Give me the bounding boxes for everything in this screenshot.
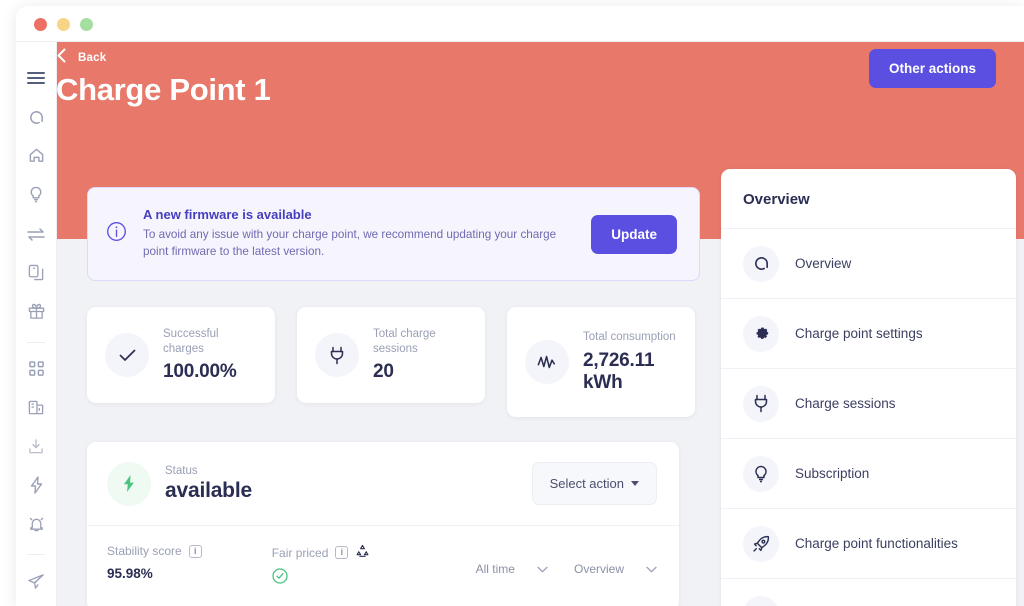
select-action-label: Select action — [549, 476, 624, 491]
pulse-icon — [525, 340, 569, 384]
stat-label: Total consumption — [583, 330, 676, 343]
metric-label: Stability score — [107, 544, 182, 558]
plug-icon — [315, 333, 359, 377]
overview-panel: Overview Overview Charge point settings … — [721, 169, 1016, 606]
home-icon[interactable] — [19, 142, 53, 171]
firmware-banner: A new firmware is available To avoid any… — [87, 187, 700, 281]
metric-fair-priced: Fair priced i — [272, 544, 371, 589]
stat-card-total-consumption: Total consumption 2,726.11 kWh — [507, 307, 695, 417]
panel-item-label: Charge point settings — [795, 326, 923, 341]
info-icon[interactable]: i — [335, 546, 349, 559]
back-button[interactable]: Back — [57, 48, 106, 68]
view-filter-value: Overview — [573, 562, 624, 576]
time-range-filter[interactable]: All time — [476, 562, 548, 576]
status-card: Status available Select action Stability… — [87, 442, 679, 606]
caret-down-icon — [631, 481, 639, 486]
other-actions-button[interactable]: Other actions — [868, 49, 996, 88]
stat-value: 100.00% — [163, 361, 237, 383]
status-card-bottom: Stability score i 95.98% Fair priced i A… — [87, 526, 679, 606]
documents-icon[interactable] — [19, 258, 53, 287]
stat-value: 20 — [373, 361, 394, 383]
panel-item-label: Overview — [795, 256, 852, 271]
stat-label: Total charge sessions — [373, 327, 436, 355]
rocket-icon — [743, 525, 779, 562]
window-titlebar — [16, 6, 1024, 42]
rail-divider-1 — [27, 341, 45, 343]
metric-head: Stability score i — [107, 544, 202, 558]
stat-label: Successful charges — [163, 327, 219, 355]
panel-item-charge-point-settings[interactable]: Charge point settings — [721, 299, 1016, 369]
bolt-icon[interactable] — [19, 471, 53, 500]
main-content: A new firmware is available To avoid any… — [87, 187, 700, 606]
panel-item-label: Charge sessions — [795, 396, 896, 411]
firmware-banner-title: A new firmware is available — [143, 207, 312, 223]
app-window: Back Charge Point 1 Other actions A new … — [16, 6, 1024, 606]
select-action-dropdown[interactable]: Select action — [531, 462, 657, 505]
stat-value: 2,726.11 kWh — [583, 349, 655, 393]
back-label: Back — [78, 52, 107, 64]
status-card-top: Status available Select action — [87, 442, 679, 526]
metric-value: 95.98% — [107, 566, 153, 581]
panel-item-overview[interactable]: Overview — [721, 229, 1016, 299]
minimize-window-button[interactable] — [57, 18, 70, 31]
chevron-down-icon — [537, 562, 548, 576]
check-circle-green-icon — [272, 568, 371, 589]
update-button[interactable]: Update — [591, 214, 677, 254]
recycle-icon — [355, 544, 370, 561]
panel-item-subscription[interactable]: Subscription — [721, 439, 1016, 509]
menu-icon[interactable] — [19, 64, 53, 93]
panel-item-charge-sessions[interactable]: Charge sessions — [721, 369, 1016, 439]
traffic-lights — [34, 18, 93, 31]
building-icon[interactable] — [19, 393, 53, 422]
connection-icon — [743, 595, 779, 606]
bulb-icon[interactable] — [19, 180, 53, 209]
send-icon[interactable] — [19, 567, 53, 596]
firmware-banner-text: A new firmware is available To avoid any… — [143, 207, 591, 261]
time-range-filter-value: All time — [475, 562, 515, 576]
status-text: Status available — [165, 465, 532, 503]
transfer-icon[interactable] — [19, 219, 53, 248]
grid-icon[interactable] — [19, 354, 53, 383]
dashboard-icon — [743, 245, 779, 282]
filters: All time Overview — [476, 544, 657, 576]
gear-icon — [743, 315, 779, 352]
status-label: Status — [165, 464, 198, 477]
chevron-down-icon — [646, 562, 657, 576]
bulb-icon — [743, 455, 779, 492]
bolt-icon — [107, 461, 151, 506]
page-title: Charge Point 1 — [56, 72, 271, 107]
chevron-left-icon — [57, 48, 66, 68]
maximize-window-button[interactable] — [80, 18, 93, 31]
panel-item-label: Subscription — [795, 466, 870, 481]
info-icon[interactable]: i — [188, 544, 202, 558]
panel-item-charge-point-functionalities[interactable]: Charge point functionalities — [721, 509, 1016, 579]
view-filter[interactable]: Overview — [574, 562, 657, 576]
panel-item-connection[interactable]: Connection — [721, 579, 1016, 606]
metric-label: Fair priced — [271, 545, 329, 560]
left-icon-rail — [16, 42, 57, 606]
metric-stability-score: Stability score i 95.98% — [107, 544, 202, 581]
panel-item-label: Charge point functionalities — [795, 536, 958, 551]
overview-panel-title: Overview — [721, 169, 1016, 229]
status-value: available — [165, 478, 252, 502]
check-icon — [105, 333, 149, 377]
dashboard-icon[interactable] — [19, 103, 53, 132]
rail-divider-2 — [27, 554, 45, 556]
gift-icon[interactable] — [19, 297, 53, 326]
firmware-banner-description: To avoid any issue with your charge poin… — [143, 228, 557, 258]
plug-icon — [743, 385, 779, 422]
download-icon[interactable] — [19, 432, 53, 461]
stat-card-total-charge-sessions: Total charge sessions 20 — [297, 307, 485, 403]
stats-row: Successful charges 100.00% Total charge … — [87, 307, 700, 417]
bell-icon[interactable] — [19, 510, 53, 539]
stat-card-successful-charges: Successful charges 100.00% — [87, 307, 275, 403]
metric-head: Fair priced i — [272, 544, 371, 561]
close-window-button[interactable] — [34, 18, 47, 31]
info-circle-icon — [106, 221, 127, 247]
